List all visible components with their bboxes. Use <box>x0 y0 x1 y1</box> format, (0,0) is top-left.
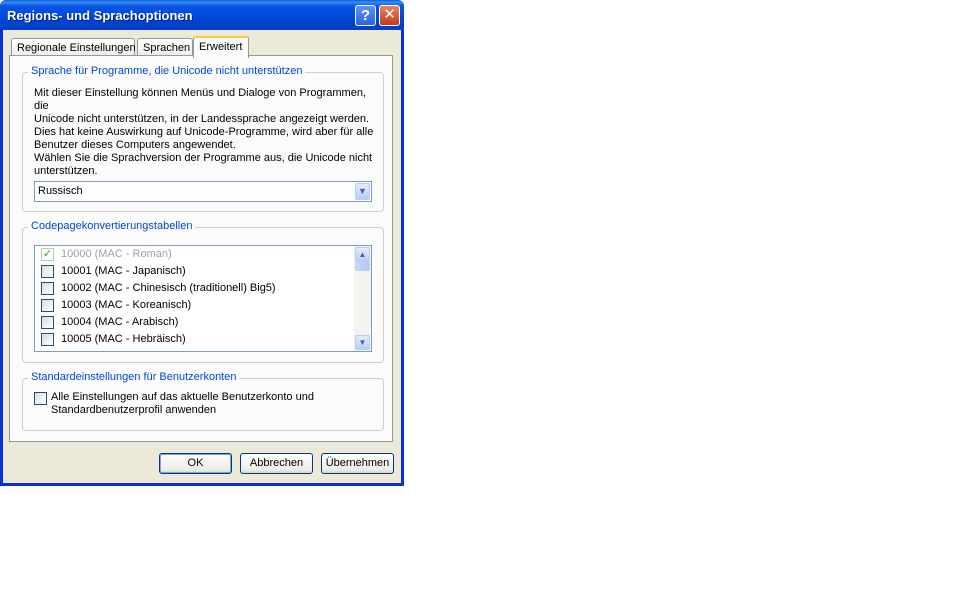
tab-erweitert[interactable]: Erweitert <box>193 36 249 58</box>
codepage-label: 10005 (MAC - Hebräisch) <box>61 333 186 345</box>
codepage-checkbox[interactable] <box>41 265 54 278</box>
window-title: Regions- und Sprachoptionen <box>7 8 193 23</box>
scroll-up-arrow-icon[interactable]: ▲ <box>355 247 370 262</box>
codepage-checkbox[interactable] <box>41 282 54 295</box>
codepage-label: 10004 (MAC - Arabisch) <box>61 316 179 328</box>
codepage-checkbox[interactable]: ✓ <box>41 248 54 261</box>
codepage-group-legend: Codepagekonvertierungstabellen <box>28 220 196 232</box>
list-item[interactable]: 10001 (MAC - Japanisch) <box>35 263 351 280</box>
list-item[interactable]: 10003 (MAC - Koreanisch) <box>35 297 351 314</box>
codepage-group: Codepagekonvertierungstabellen ✓ 10000 (… <box>22 220 384 363</box>
chevron-down-icon[interactable]: ▼ <box>355 183 370 200</box>
cancel-button[interactable]: Abbrechen <box>240 453 313 474</box>
codepage-list[interactable]: ✓ 10000 (MAC - Roman) 10001 (MAC - Japan… <box>34 245 372 352</box>
codepage-checkbox[interactable] <box>41 333 54 346</box>
help-button[interactable]: ? <box>355 5 376 26</box>
title-bar[interactable]: Regions- und Sprachoptionen ? ✕ <box>0 0 404 30</box>
apply-to-default-profile-label[interactable]: Alle Einstellungen auf das aktuelle Benu… <box>51 391 314 417</box>
scrollbar-thumb[interactable] <box>355 262 370 271</box>
dialog-window: Regions- und Sprachoptionen ? ✕ Regional… <box>0 0 404 486</box>
codepage-checkbox[interactable] <box>41 316 54 329</box>
language-select[interactable]: Russisch ▼ <box>34 181 372 202</box>
codepage-checkbox[interactable] <box>41 299 54 312</box>
defaults-group-legend: Standardeinstellungen für Benutzerkonten <box>28 371 240 383</box>
nonunicode-description: Mit dieser Einstellung können Menüs und … <box>34 87 374 151</box>
codepage-label: 10003 (MAC - Koreanisch) <box>61 299 192 311</box>
ok-button[interactable]: OK <box>159 453 232 474</box>
nonunicode-group: Sprache für Programme, die Unicode nicht… <box>22 65 384 212</box>
list-item[interactable]: 10005 (MAC - Hebräisch) <box>35 331 351 348</box>
list-item[interactable]: 10004 (MAC - Arabisch) <box>35 314 351 331</box>
list-item[interactable]: 10002 (MAC - Chinesisch (traditionell) B… <box>35 280 351 297</box>
close-button[interactable]: ✕ <box>379 5 400 26</box>
nonunicode-group-legend: Sprache für Programme, die Unicode nicht… <box>28 65 306 77</box>
list-item[interactable]: ✓ 10000 (MAC - Roman) <box>35 246 351 263</box>
apply-to-default-profile-checkbox[interactable] <box>34 392 47 405</box>
list-scrollbar[interactable]: ▲ ▼ <box>354 246 371 351</box>
scroll-down-arrow-icon[interactable]: ▼ <box>355 335 370 350</box>
tab-panel-erweitert: Sprache für Programme, die Unicode nicht… <box>9 55 393 442</box>
dialog-client-area: Regionale Einstellungen Sprachen Erweite… <box>3 30 401 483</box>
codepage-label: 10000 (MAC - Roman) <box>61 248 172 260</box>
codepage-label: 10001 (MAC - Japanisch) <box>61 265 186 277</box>
language-select-value: Russisch <box>38 185 83 197</box>
nonunicode-prompt: Wählen Sie die Sprachversion der Program… <box>34 152 373 177</box>
defaults-group: Standardeinstellungen für Benutzerkonten… <box>22 371 384 431</box>
check-icon: ✓ <box>42 248 53 260</box>
codepage-label: 10002 (MAC - Chinesisch (traditionell) B… <box>61 282 276 294</box>
apply-button[interactable]: Übernehmen <box>321 453 394 474</box>
